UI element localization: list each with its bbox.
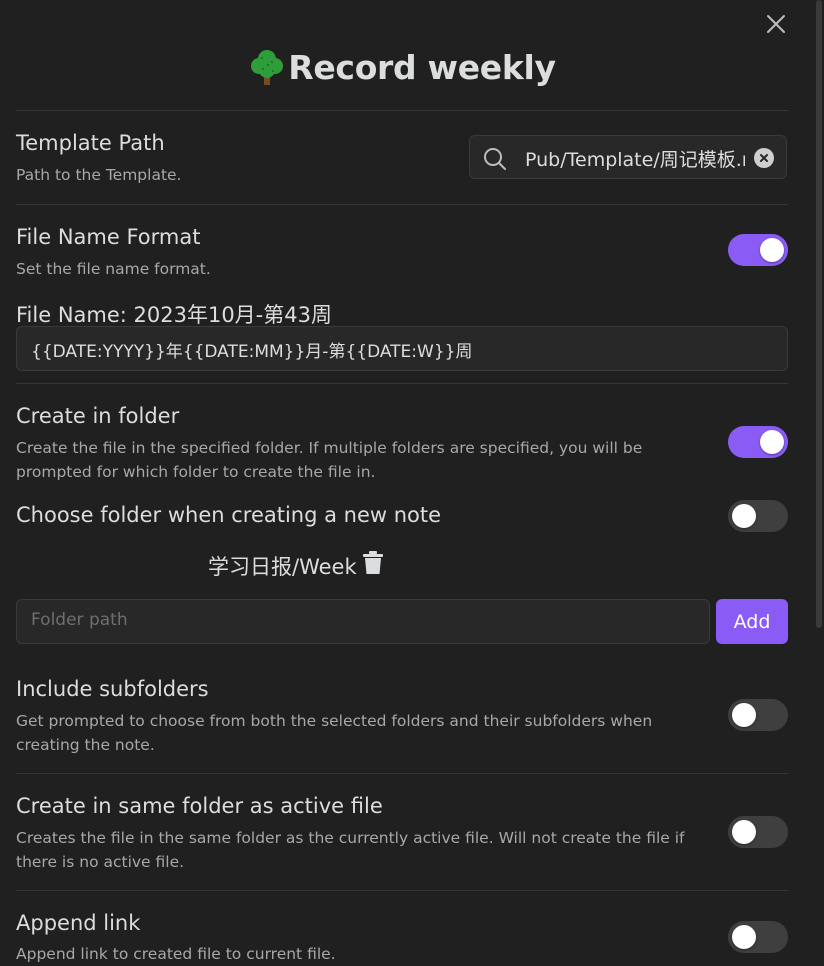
divider (16, 204, 788, 205)
create-in-folder-label: Create in folder (16, 404, 180, 428)
create-in-folder-toggle[interactable] (728, 426, 788, 458)
same-folder-description: Creates the file in the same folder as t… (16, 829, 685, 871)
tree-emoji-icon (251, 50, 284, 85)
close-icon (767, 15, 785, 33)
file-name-format-input[interactable]: {{DATE:YYYY}}年{{DATE:MM}}月-第{{DATE:W}}周 (16, 326, 788, 371)
add-folder-button[interactable]: Add (716, 599, 788, 644)
divider (16, 383, 788, 384)
folder-list-item: 学习日报/Week (208, 548, 385, 584)
template-path-value[interactable]: Pub/Template/周记模板.md (525, 145, 745, 172)
settings-modal: Record weekly Template Path Path to the … (0, 0, 824, 963)
trash-icon[interactable] (361, 550, 385, 576)
modal-title: Record weekly (288, 47, 556, 87)
file-name-format-toggle[interactable] (728, 234, 788, 266)
divider (16, 110, 788, 111)
file-name-format-description: Set the file name format. (16, 260, 211, 278)
close-button[interactable] (762, 10, 790, 38)
same-folder-toggle[interactable] (728, 816, 788, 848)
include-subfolders-label: Include subfolders (16, 677, 209, 701)
create-in-folder-description: Create the file in the specified folder.… (16, 439, 643, 481)
file-name-format-label: File Name Format (16, 225, 201, 249)
append-link-description: Append link to created file to current f… (16, 945, 336, 963)
toggle-knob (732, 820, 756, 844)
toggle-knob (760, 430, 784, 454)
include-subfolders-toggle[interactable] (728, 699, 788, 731)
template-path-label: Template Path (16, 131, 165, 155)
choose-folder-toggle[interactable] (728, 500, 788, 532)
append-link-label: Append link (16, 911, 141, 935)
toggle-knob (732, 925, 756, 949)
append-link-toggle[interactable] (728, 921, 788, 953)
include-subfolders-description: Get prompted to choose from both the sel… (16, 712, 653, 754)
scrollbar[interactable] (816, 0, 822, 628)
folder-path-placeholder: Folder path (31, 610, 128, 630)
toggle-knob (732, 703, 756, 727)
folder-path-input[interactable]: Folder path (16, 599, 710, 644)
file-name-preview: File Name: 2023年10月-第43周 (16, 303, 332, 327)
clear-circle-icon[interactable] (754, 148, 774, 168)
toggle-knob (732, 504, 756, 528)
choose-folder-label: Choose folder when creating a new note (16, 503, 442, 527)
folder-name: 学习日报/Week (208, 555, 357, 579)
template-path-search-input[interactable]: Pub/Template/周记模板.md (469, 135, 787, 179)
same-folder-label: Create in same folder as active file (16, 794, 383, 818)
divider (16, 890, 788, 891)
divider (16, 773, 788, 774)
modal-header: Record weekly (0, 44, 804, 90)
toggle-knob (760, 238, 784, 262)
search-icon (484, 148, 506, 170)
